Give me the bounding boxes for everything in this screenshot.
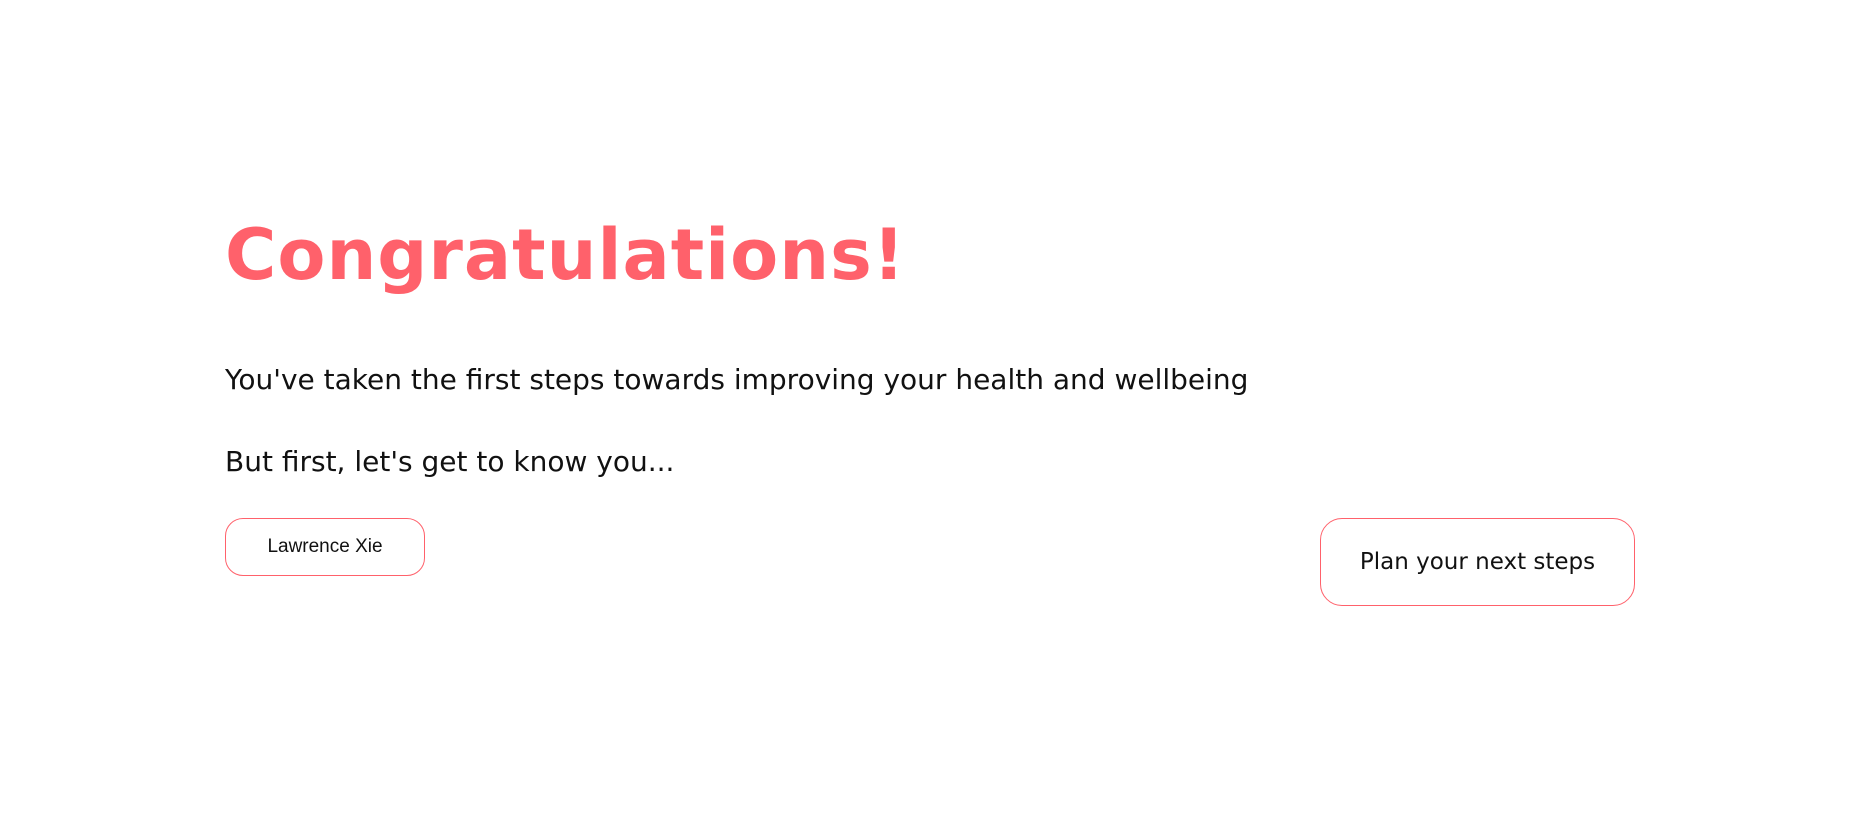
name-field[interactable] bbox=[225, 518, 425, 576]
prompt-text: But first, let's get to know you... bbox=[225, 445, 675, 478]
page-title: Congratulations! bbox=[225, 214, 906, 296]
onboarding-panel: Congratulations! You've taken the first … bbox=[225, 0, 1635, 820]
intro-text: You've taken the first steps towards imp… bbox=[225, 363, 1249, 396]
plan-next-steps-button[interactable]: Plan your next steps bbox=[1320, 518, 1635, 606]
